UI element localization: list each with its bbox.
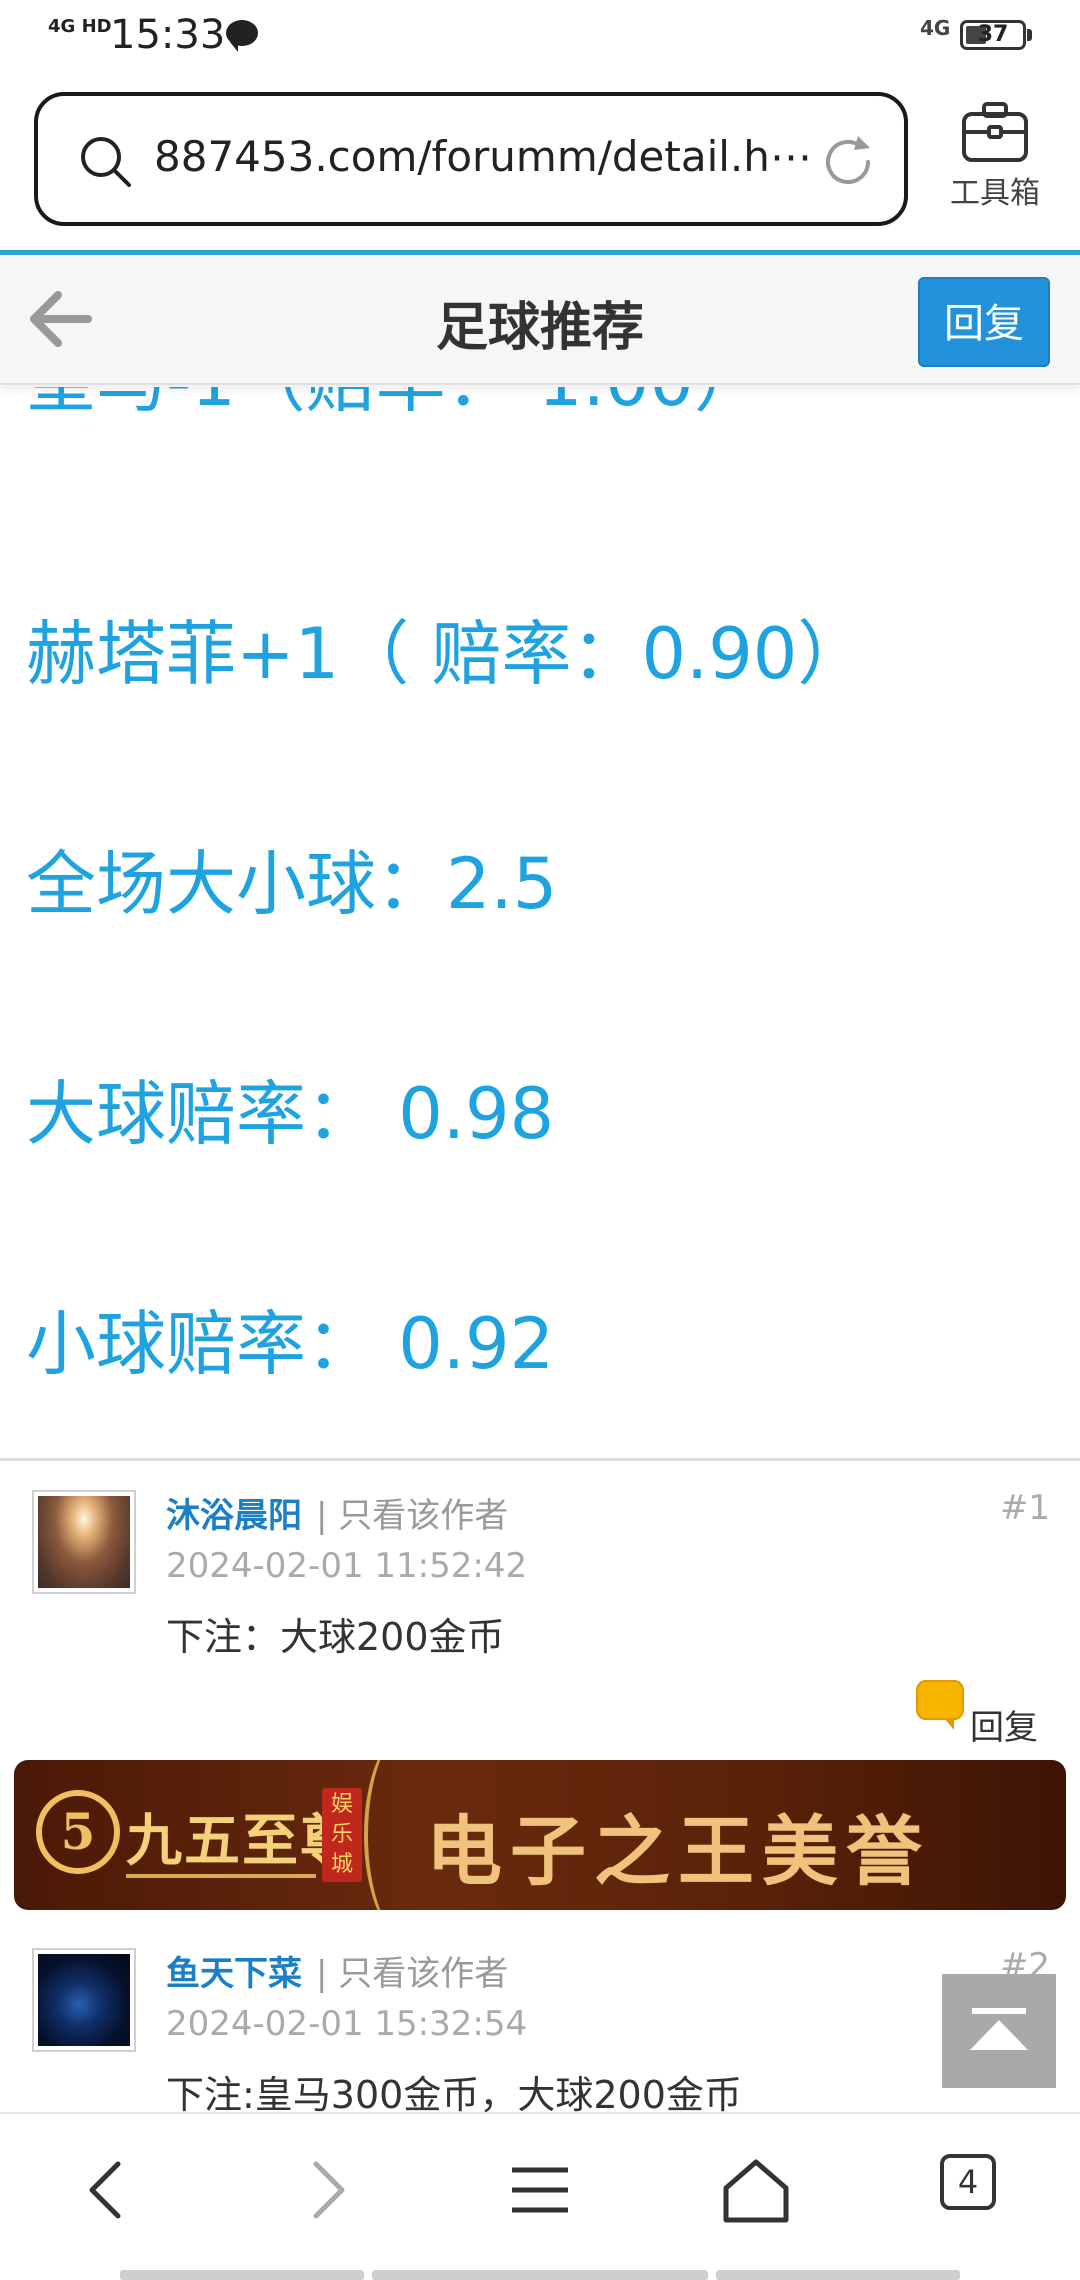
clock: 15:33 [110, 12, 226, 58]
reload-icon[interactable] [816, 130, 880, 194]
menu-icon[interactable] [500, 2150, 580, 2230]
toolbox-label: 工具箱 [950, 176, 1040, 211]
reply-bubble-icon [916, 1680, 964, 1730]
post-time: 2024-02-01 11:52:42 [166, 1546, 528, 1586]
network-indicator-right: 4G [920, 16, 951, 40]
post-floor: #1 [999, 1488, 1050, 1528]
toolbox-icon [962, 102, 1028, 162]
scroll-to-top-button[interactable] [942, 1974, 1056, 2088]
banner-logo: 5 [36, 1790, 120, 1874]
battery-level: 37 [977, 22, 1009, 47]
home-indicator [120, 2270, 364, 2280]
divider [0, 1458, 1080, 1461]
status-bar: 4G HD 15:33 4G 37 [0, 0, 1080, 72]
reply-button[interactable]: 回复 [918, 277, 1050, 367]
post-body: 下注:皇马300金币，大球200金币 [166, 2073, 742, 2117]
content-line: 小球赔率： 0.92 [26, 1303, 555, 1385]
banner-ad[interactable]: 5 九五至尊 娱乐城 电子之王美誉 [14, 1760, 1066, 1910]
back-icon[interactable] [68, 2150, 148, 2230]
avatar[interactable] [32, 1490, 136, 1594]
banner-slogan: 电子之王美誉 [426, 1807, 930, 1896]
page-header: 足球推荐 回复 [0, 255, 1080, 385]
address-bar[interactable]: 887453.com/forumm/detail.h⋯ [34, 92, 908, 226]
only-author-link[interactable]: | 只看该作者 [316, 1946, 508, 1995]
battery-icon: 37 [960, 20, 1032, 50]
banner-ornament [126, 1874, 316, 1878]
url-text[interactable]: 887453.com/forumm/detail.h⋯ [154, 132, 814, 181]
arrow-up-icon [970, 2020, 1028, 2050]
avatar[interactable] [32, 1948, 136, 2052]
post-author[interactable]: 沐浴晨阳 [166, 1488, 302, 1537]
only-author-link[interactable]: | 只看该作者 [316, 1488, 508, 1537]
content-line-clipped: 皇马-1（赔率： 1.00） [0, 387, 1080, 447]
bottom-nav-bar: 4 [0, 2112, 1080, 2280]
home-indicator [716, 2270, 960, 2280]
post-time: 2024-02-01 15:32:54 [166, 2004, 528, 2044]
content-line: 皇马-1（赔率： 1.00） [26, 387, 764, 426]
toolbox-button[interactable]: 工具箱 [940, 100, 1050, 220]
network-indicator-left: 4G HD [48, 16, 112, 37]
content-line: 全场大小球：2.5 [26, 843, 558, 925]
message-notification-icon [226, 20, 258, 52]
post-body: 下注：大球200金币 [166, 1615, 505, 1659]
tabs-count-button[interactable]: 4 [940, 2154, 996, 2210]
home-icon[interactable] [716, 2150, 796, 2230]
content-line: 大球赔率： 0.98 [26, 1073, 555, 1155]
forward-icon[interactable] [286, 2150, 366, 2230]
post-author[interactable]: 鱼天下菜 [166, 1946, 302, 1995]
home-indicator [372, 2270, 708, 2280]
banner-stamp: 娱乐城 [322, 1788, 362, 1882]
search-icon [81, 137, 131, 187]
post-reply-label[interactable]: 回复 [970, 1700, 1038, 1749]
content-line: 赫塔菲+1（ 赔率：0.90） [26, 613, 868, 695]
